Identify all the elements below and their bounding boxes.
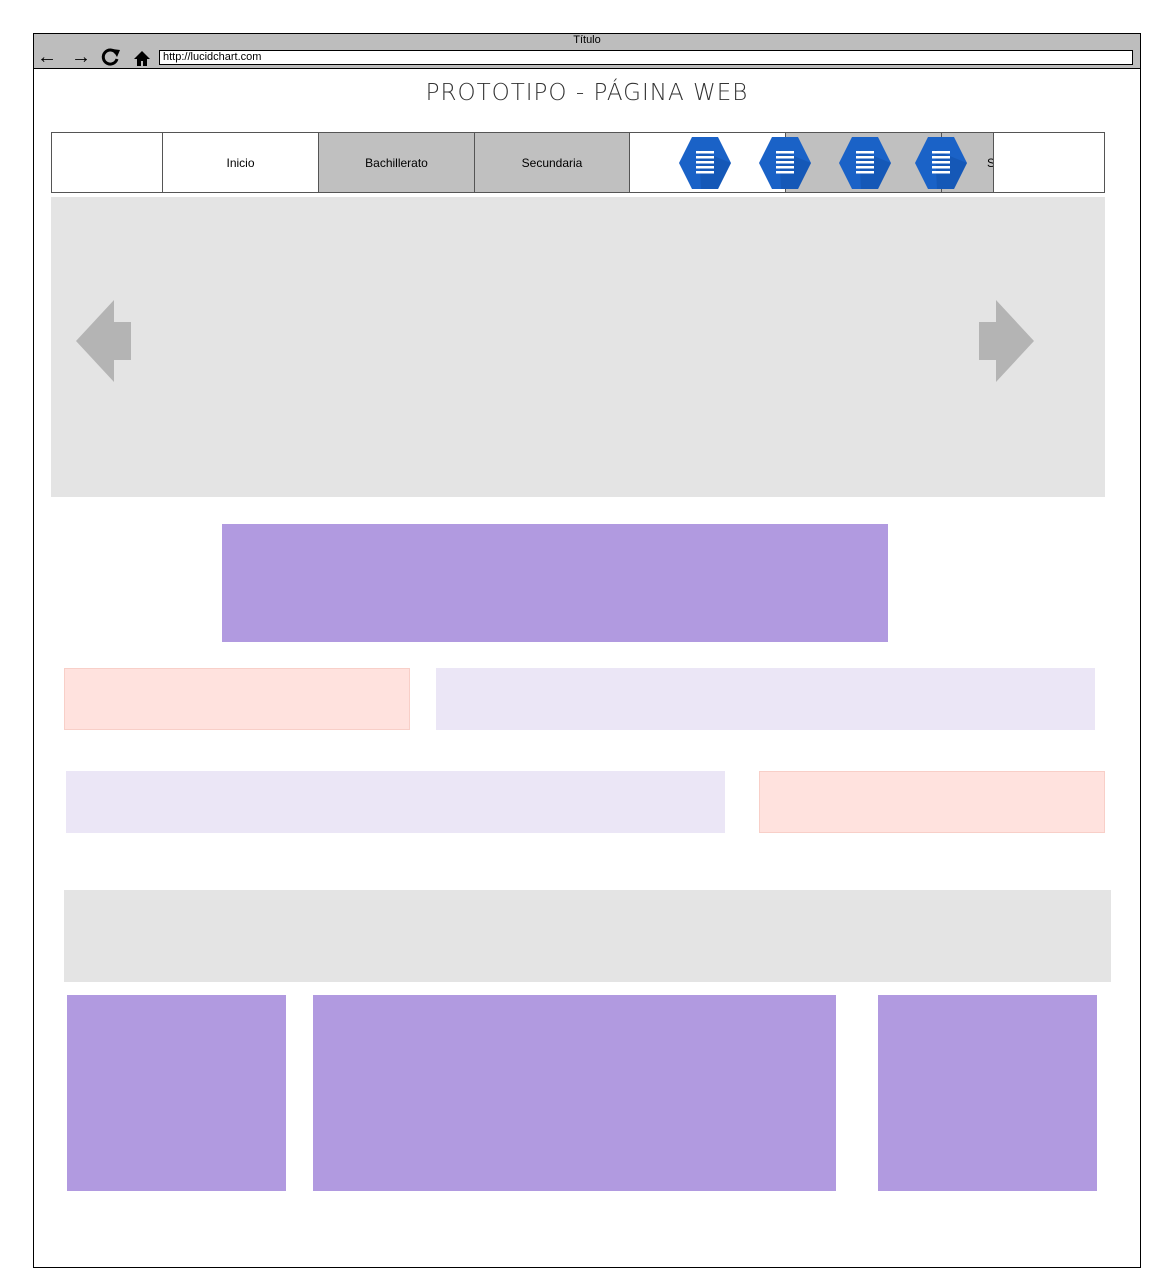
reload-icon[interactable] [101, 47, 120, 67]
nav-item-inicio[interactable]: Inicio [162, 132, 319, 193]
content-block-pink-1 [64, 668, 410, 730]
page-title: PROTOTIPO - PÁGINA WEB [425, 80, 749, 106]
arrow-right-icon[interactable] [978, 300, 1034, 382]
nav-item-bachillerato[interactable]: Bachillerato [318, 132, 475, 193]
nav-item-logo[interactable] [51, 132, 163, 193]
reload-icon-glyph [101, 48, 120, 66]
document-lines-icon[interactable] [915, 136, 967, 190]
back-icon[interactable]: ← [37, 47, 57, 67]
nav-item-end[interactable] [993, 132, 1105, 193]
footer-column-center [313, 995, 836, 1191]
nav-item-label: Inicio [226, 155, 255, 170]
footer-column-right [878, 995, 1097, 1191]
home-icon-glyph [134, 51, 150, 66]
arrow-left-icon[interactable] [76, 300, 132, 382]
content-block-pink-2 [759, 771, 1105, 833]
section-divider-band [64, 890, 1111, 982]
featured-banner [222, 524, 888, 642]
document-lines-icon[interactable] [759, 136, 811, 190]
nav-item-label: Secundaria [521, 155, 583, 170]
nav-item-label: Bachillerato [365, 155, 428, 170]
window-title: Título [573, 34, 601, 46]
footer-column-left [67, 995, 286, 1191]
content-block-lavender-1 [436, 668, 1095, 730]
forward-icon[interactable]: → [71, 47, 91, 67]
carousel [51, 197, 1105, 497]
home-icon[interactable] [133, 47, 151, 67]
content-block-lavender-2 [66, 771, 725, 833]
document-lines-icon[interactable] [839, 136, 891, 190]
document-lines-icon[interactable] [679, 136, 731, 190]
address-bar[interactable]: http://lucidchart.com [159, 50, 1133, 65]
nav-item-secundaria[interactable]: Secundaria [474, 132, 630, 193]
